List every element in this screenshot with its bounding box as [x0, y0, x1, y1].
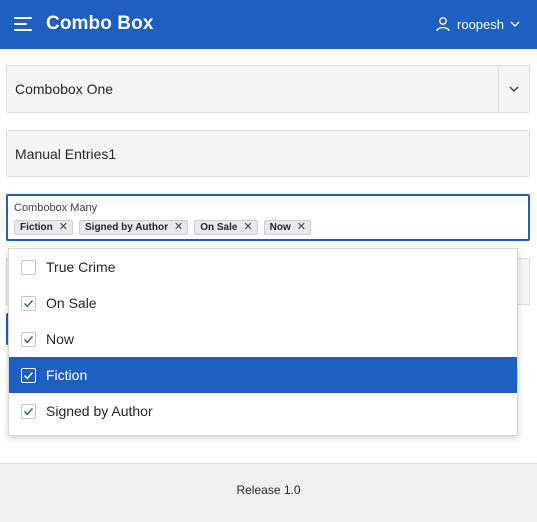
chip-on-sale: On Sale ✕	[194, 220, 258, 235]
chip-label: Now	[269, 222, 291, 233]
checkbox[interactable]	[21, 260, 36, 275]
manual-entries-value: Manual Entries1	[15, 146, 117, 162]
option-label: On Sale	[46, 295, 97, 311]
hamburger-menu-icon[interactable]	[14, 17, 32, 31]
user-name: roopesh	[457, 16, 504, 32]
chevron-down-icon	[510, 21, 520, 27]
option-label: Fiction	[46, 367, 88, 383]
checkbox[interactable]	[21, 296, 36, 311]
user-menu[interactable]: roopesh	[435, 16, 520, 32]
combobox-one-value: Combobox One	[15, 81, 114, 97]
selected-chips: Fiction ✕ Signed by Author ✕ On Sale ✕ N…	[14, 220, 311, 235]
combobox-many[interactable]: Combobox Many Fiction ✕ Signed by Author…	[6, 194, 530, 241]
chip-signed-by-author: Signed by Author ✕	[79, 220, 189, 235]
app-header: Combo Box roopesh	[0, 0, 537, 49]
combobox-one-toggle-button[interactable]	[499, 66, 529, 112]
checkmark-icon	[24, 300, 34, 308]
chip-now: Now ✕	[263, 220, 311, 235]
combobox-many-dropdown: True Crime On Sale Now Fiction Signed by…	[8, 248, 518, 436]
chip-label: Signed by Author	[85, 222, 168, 233]
checkmark-icon	[24, 372, 34, 380]
close-icon[interactable]: ✕	[174, 222, 183, 233]
option-signed-by-author[interactable]: Signed by Author	[9, 393, 517, 429]
checkbox[interactable]	[21, 332, 36, 347]
option-on-sale[interactable]: On Sale	[9, 285, 517, 321]
chevron-down-icon	[509, 86, 519, 92]
option-label: True Crime	[46, 259, 116, 275]
checkbox[interactable]	[21, 404, 36, 419]
checkmark-icon	[24, 336, 34, 344]
manual-entries-field[interactable]: Manual Entries1	[6, 130, 530, 177]
combobox-one[interactable]: Combobox One	[6, 65, 530, 113]
option-label: Signed by Author	[46, 403, 153, 419]
option-now[interactable]: Now	[9, 321, 517, 357]
release-label: Release 1.0	[236, 483, 301, 497]
option-label: Now	[46, 331, 75, 347]
chip-fiction: Fiction ✕	[14, 220, 73, 235]
chip-label: On Sale	[200, 222, 238, 233]
page-footer: Release 1.0	[0, 463, 537, 522]
chip-label: Fiction	[20, 222, 53, 233]
checkmark-icon	[24, 408, 34, 416]
option-true-crime[interactable]: True Crime	[9, 249, 517, 285]
close-icon[interactable]: ✕	[59, 222, 68, 233]
app-title: Combo Box	[46, 13, 154, 34]
close-icon[interactable]: ✕	[243, 222, 252, 233]
checkbox[interactable]	[21, 368, 36, 383]
option-fiction[interactable]: Fiction	[9, 357, 517, 393]
user-icon	[436, 17, 450, 32]
close-icon[interactable]: ✕	[297, 222, 306, 233]
combobox-many-label: Combobox Many	[14, 202, 98, 214]
